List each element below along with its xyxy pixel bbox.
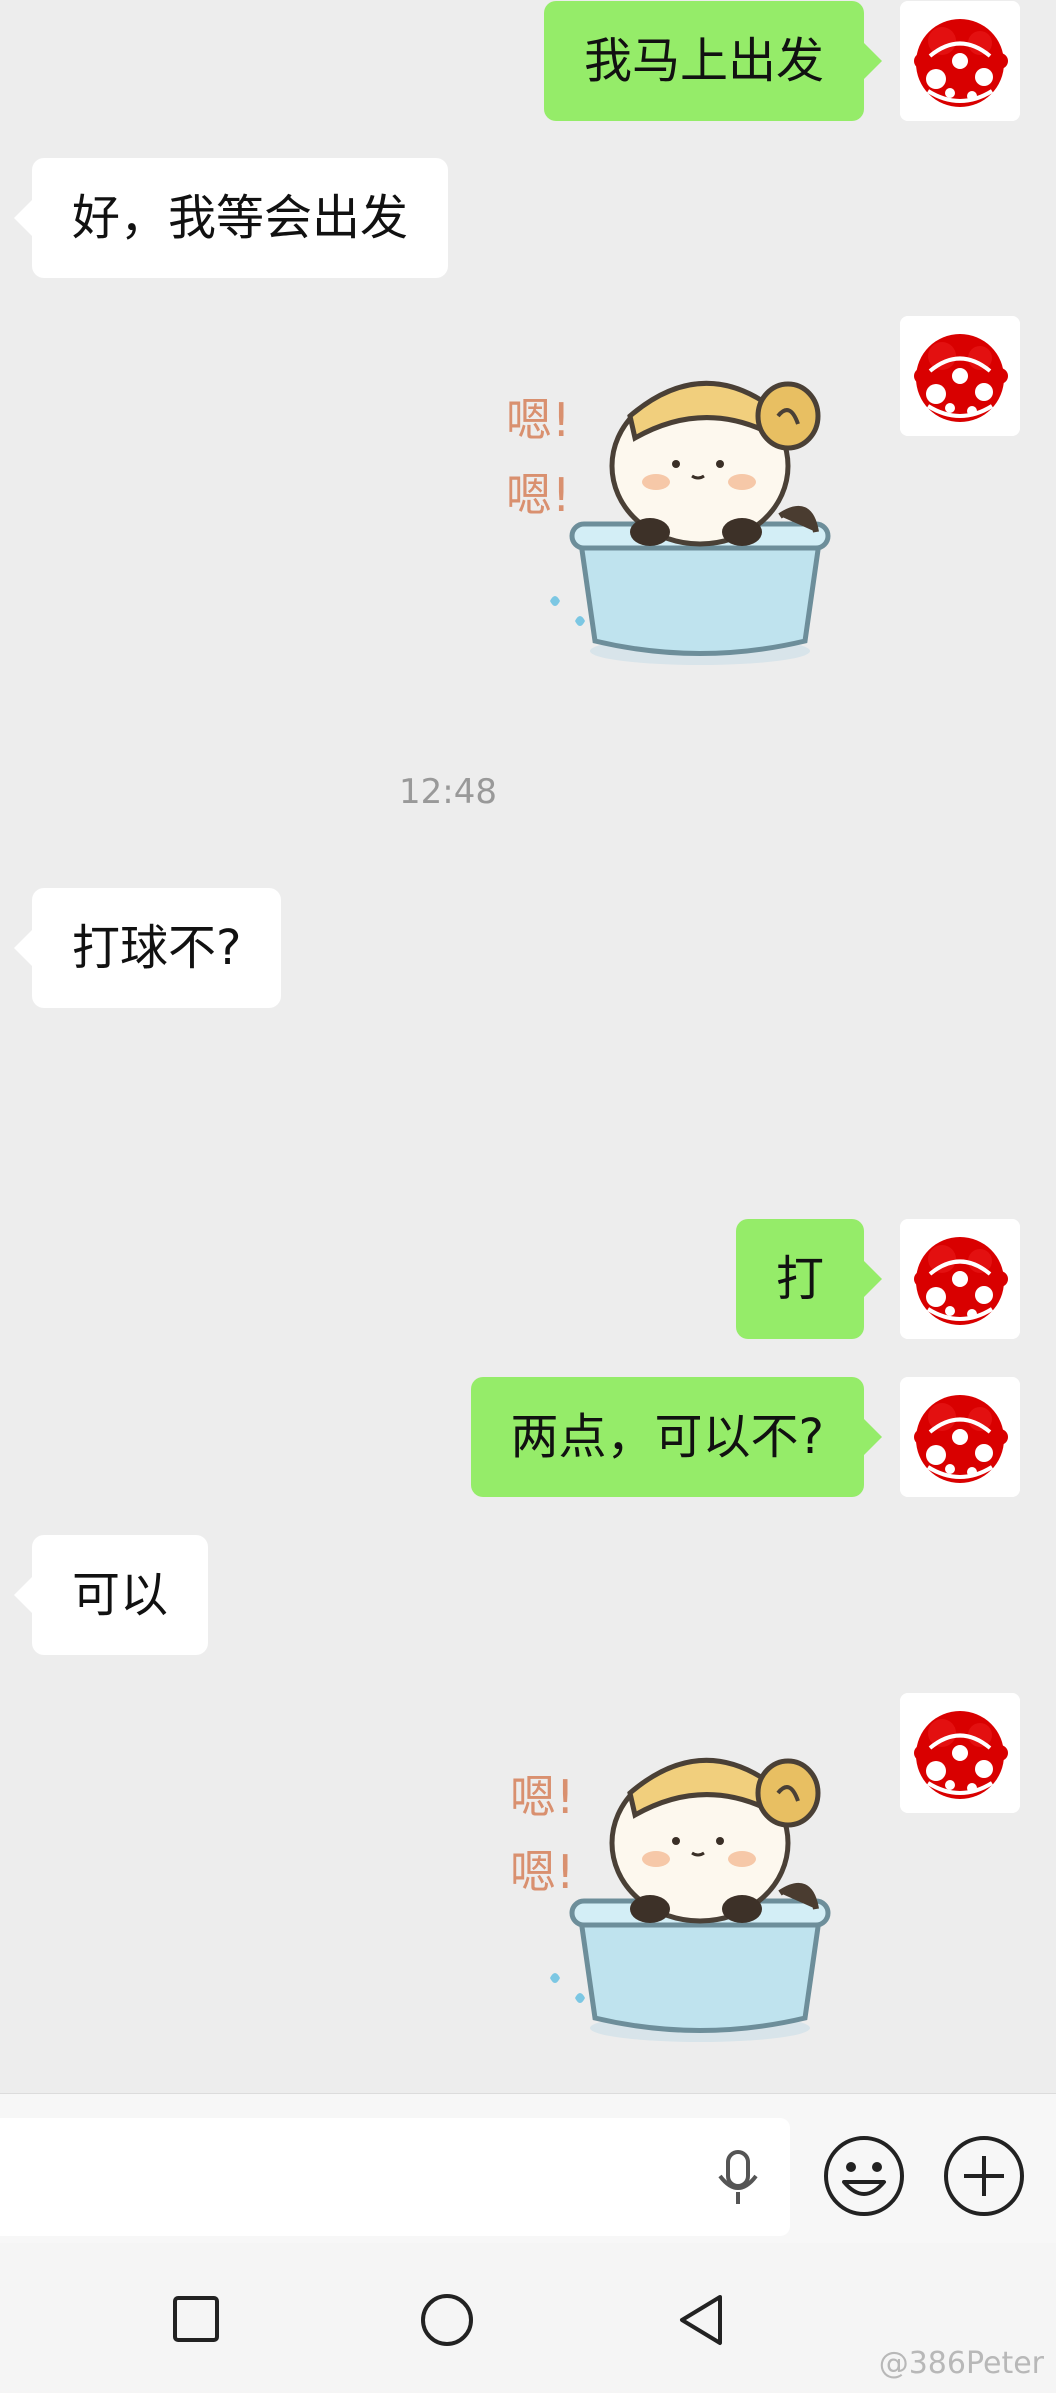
smiley-icon[interactable] bbox=[822, 2134, 906, 2218]
triangle-back-icon[interactable] bbox=[676, 2293, 726, 2347]
timestamp: 12:48 bbox=[399, 772, 497, 812]
circle-icon[interactable] bbox=[420, 2293, 474, 2347]
papercut-avatar-icon bbox=[900, 1219, 1020, 1339]
sheep-bath-sticker-icon: 嗯! 嗯! bbox=[506, 336, 860, 676]
message-bubble-self[interactable]: 两点，可以不? bbox=[470, 1377, 883, 1497]
message-bubble-other[interactable]: 打球不? bbox=[13, 888, 282, 1008]
sticker-caption-bottom: 嗯! bbox=[510, 1845, 574, 1899]
watermark: @386Peter bbox=[878, 2346, 1044, 2381]
avatar[interactable] bbox=[900, 316, 1020, 436]
sheep-bath-sticker-icon: 嗯! 嗯! bbox=[510, 1713, 860, 2053]
sticker-caption-bottom: 嗯! bbox=[506, 468, 570, 522]
sticker-caption-top: 嗯! bbox=[506, 393, 570, 447]
sticker-caption-top: 嗯! bbox=[510, 1770, 574, 1824]
sticker-sheep-bath[interactable]: 嗯! 嗯! bbox=[500, 1713, 860, 2053]
message-bubble-other[interactable]: 好，我等会出发 bbox=[13, 158, 449, 278]
message-bubble-other[interactable]: 可以 bbox=[13, 1535, 209, 1655]
square-icon[interactable] bbox=[172, 2295, 220, 2343]
papercut-avatar-icon bbox=[900, 316, 1020, 436]
papercut-avatar-icon bbox=[900, 1, 1020, 121]
avatar[interactable] bbox=[900, 1693, 1020, 1813]
sticker-sheep-bath[interactable]: 嗯! 嗯! bbox=[500, 336, 860, 676]
papercut-avatar-icon bbox=[900, 1377, 1020, 1497]
message-bubble-self[interactable]: 打 bbox=[735, 1219, 883, 1339]
message-input[interactable] bbox=[0, 2118, 790, 2236]
avatar[interactable] bbox=[900, 1377, 1020, 1497]
chat-area[interactable]: 我马上出发 好，我等会出发 嗯! 嗯! 12:48 打球不? 打 两点，可以不?… bbox=[0, 0, 1056, 2093]
microphone-icon[interactable] bbox=[716, 2150, 760, 2206]
message-bubble-self[interactable]: 我马上出发 bbox=[543, 1, 883, 121]
avatar[interactable] bbox=[900, 1, 1020, 121]
plus-circle-icon[interactable] bbox=[942, 2134, 1026, 2218]
papercut-avatar-icon bbox=[900, 1693, 1020, 1813]
system-nav-bar: @386Peter bbox=[0, 2243, 1056, 2393]
avatar[interactable] bbox=[900, 1219, 1020, 1339]
input-bar bbox=[0, 2093, 1056, 2244]
